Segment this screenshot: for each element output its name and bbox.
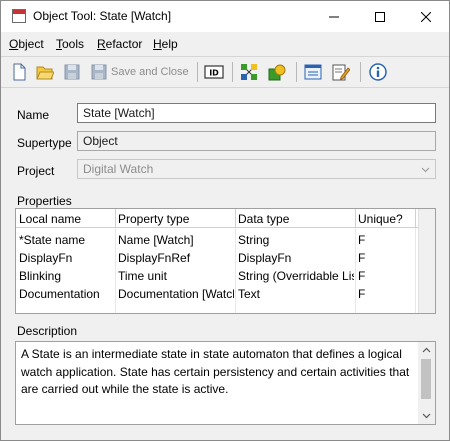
info-button[interactable] <box>369 61 387 83</box>
description-scrollbar[interactable] <box>418 342 435 424</box>
save-and-close-label: Save and Close <box>111 66 189 78</box>
description-textarea[interactable]: A State is an intermediate state in stat… <box>15 341 436 425</box>
description-text: A State is an intermediate state in stat… <box>21 347 410 396</box>
menu-object[interactable]: Object <box>9 37 44 51</box>
name-field[interactable]: State [Watch] <box>77 103 436 123</box>
new-document-icon <box>13 63 26 81</box>
menu-bar: Object Tools Refactor Help <box>1 34 449 54</box>
new-button[interactable] <box>10 61 28 83</box>
menu-object-mnemonic: O <box>9 37 19 51</box>
column-divider <box>415 209 416 228</box>
menu-tools-label: ools <box>62 37 85 51</box>
save-and-close-icon <box>91 64 107 80</box>
toolbar-separator <box>296 62 297 82</box>
chevron-down-icon <box>421 167 430 173</box>
table-cell: Time unit <box>118 269 167 283</box>
project-value: Digital Watch <box>83 162 154 176</box>
column-divider[interactable] <box>355 209 356 228</box>
table-cell: Documentation [Watch] <box>118 287 234 301</box>
column-header[interactable]: Local name <box>19 212 81 226</box>
menu-help-label: elp <box>161 37 178 51</box>
column-header[interactable]: Unique? <box>358 212 403 226</box>
table-row[interactable]: Blinking Time unit String (Overridable L… <box>16 267 419 285</box>
symbol-button[interactable] <box>268 61 286 83</box>
table-row[interactable]: DisplayFn DisplayFnRef DisplayFn F <box>16 249 419 267</box>
column-header[interactable]: Property type <box>118 212 189 226</box>
minimize-button[interactable] <box>311 1 357 32</box>
table-cell: F <box>358 251 366 265</box>
menu-help[interactable]: Help <box>153 37 178 51</box>
properties-table: Local name Property type Data type Uniqu… <box>15 208 436 314</box>
menu-refactor[interactable]: Refactor <box>97 37 142 51</box>
table-scrollbar[interactable] <box>418 209 435 313</box>
table-cell: F <box>358 269 366 283</box>
toolbar-separator <box>360 62 361 82</box>
menu-object-label: bject <box>18 37 44 51</box>
table-cell: F <box>358 233 366 247</box>
toolbar: Save and Close ID <box>1 56 449 88</box>
table-cell: Documentation <box>19 287 100 301</box>
column-divider[interactable] <box>235 209 236 228</box>
table-row[interactable]: Documentation Documentation [Watch] Text… <box>16 285 419 303</box>
menu-help-mnemonic: H <box>153 37 162 51</box>
save-and-close-button[interactable]: Save and Close <box>90 61 189 83</box>
supertype-label: Supertype <box>17 136 72 150</box>
column-header[interactable]: Data type <box>238 212 289 226</box>
scroll-thumb[interactable] <box>421 359 431 399</box>
scroll-down-icon[interactable] <box>422 411 431 420</box>
id-button[interactable]: ID <box>204 61 224 83</box>
maximize-icon <box>375 11 385 22</box>
column-divider[interactable] <box>115 209 116 228</box>
open-folder-icon <box>36 66 54 80</box>
table-cell: DisplayFn <box>238 251 292 265</box>
id-icon: ID <box>204 65 224 79</box>
edit-icon <box>332 64 350 81</box>
table-cell: String (Overridable List) <box>238 269 354 283</box>
form-button[interactable] <box>304 61 322 83</box>
toolbar-separator <box>232 62 233 82</box>
toolbar-separator <box>197 62 198 82</box>
close-icon <box>421 11 431 22</box>
menu-tools[interactable]: Tools <box>56 37 84 51</box>
form-icon <box>304 64 322 80</box>
edit-button[interactable] <box>332 61 350 83</box>
save-icon <box>64 64 80 80</box>
table-cell: DisplayFnRef <box>118 251 191 265</box>
table-cell: String <box>238 233 270 247</box>
table-cell: Name [Watch] <box>118 233 194 247</box>
project-label: Project <box>17 164 55 178</box>
open-button[interactable] <box>36 61 54 83</box>
info-icon <box>369 63 387 81</box>
object-tool-window: Object Tool: State [Watch] Object Tools … <box>0 0 450 441</box>
scroll-up-icon[interactable] <box>422 346 431 355</box>
project-select: Digital Watch <box>77 159 436 179</box>
window-title: Object Tool: State [Watch] <box>33 9 172 23</box>
description-label: Description <box>17 324 78 338</box>
table-cell: F <box>358 287 366 301</box>
menu-refactor-label: efactor <box>105 37 143 51</box>
table-header: Local name Property type Data type Uniqu… <box>16 209 419 228</box>
graph-button[interactable] <box>240 61 258 83</box>
title-bar: Object Tool: State [Watch] <box>1 1 449 32</box>
close-button[interactable] <box>403 1 449 32</box>
symbol-editor-icon <box>268 64 286 81</box>
save-button[interactable] <box>63 61 81 83</box>
table-cell: Blinking <box>19 269 62 283</box>
supertype-field[interactable]: Object <box>77 131 436 151</box>
minimize-icon <box>329 16 339 17</box>
table-cell: DisplayFn <box>19 251 73 265</box>
table-row[interactable]: *State name Name [Watch] String F <box>16 231 419 249</box>
properties-label: Properties <box>17 194 72 208</box>
svg-text:ID: ID <box>209 69 219 78</box>
menu-refactor-mnemonic: R <box>97 37 106 51</box>
table-cell: Text <box>238 287 261 301</box>
maximize-button[interactable] <box>357 1 403 32</box>
app-window-icon <box>12 9 26 23</box>
table-cell: *State name <box>19 233 86 247</box>
name-label: Name <box>17 108 50 122</box>
graph-icon <box>241 64 257 80</box>
